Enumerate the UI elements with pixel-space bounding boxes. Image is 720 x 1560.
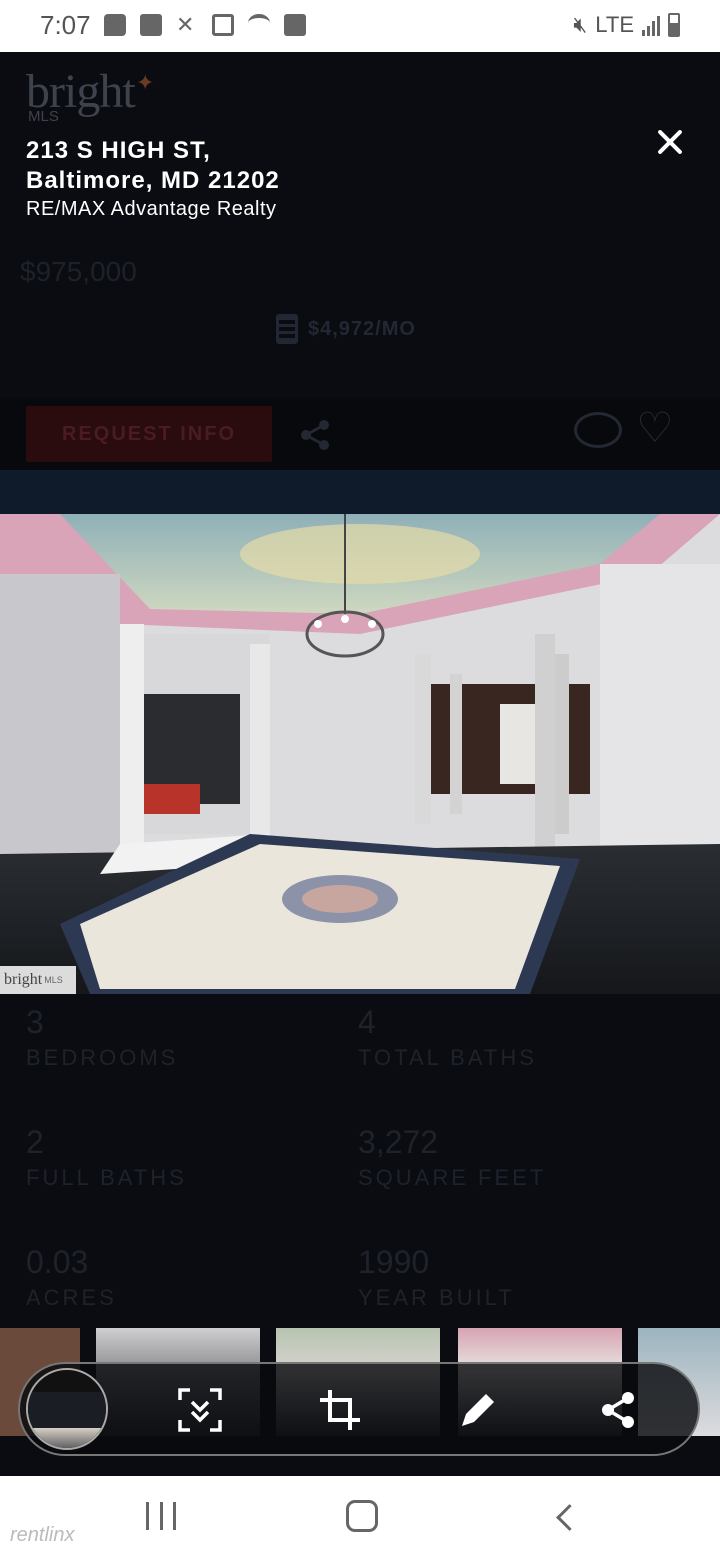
stat-value: 2 — [26, 1124, 44, 1160]
logo-star-icon: ✦ — [136, 70, 155, 95]
close-icon[interactable] — [652, 124, 688, 160]
stat-label: YEAR BUILT — [358, 1285, 515, 1310]
stat-full-baths: 2 FULL BATHS — [26, 1124, 346, 1191]
stat-value: 3,272 — [358, 1124, 439, 1160]
signal-icon — [642, 14, 660, 36]
badge-sub: MLS — [44, 975, 63, 985]
logo-sub: MLS — [28, 108, 59, 125]
stat-label: BEDROOMS — [26, 1045, 179, 1070]
address-line1: 213 S HIGH ST, — [26, 137, 211, 164]
stat-value: 3 — [26, 1004, 44, 1040]
system-navigation-bar — [0, 1476, 720, 1560]
app-notification-icon — [140, 14, 162, 36]
crop-icon[interactable] — [316, 1386, 364, 1434]
stat-bedrooms: 3 BEDROOMS — [26, 1004, 346, 1071]
back-button[interactable] — [552, 1502, 578, 1532]
screenshot-toolbar — [18, 1362, 700, 1456]
screenshot-icon — [284, 14, 306, 36]
request-info-button[interactable]: REQUEST INFO — [26, 406, 272, 462]
rentlinx-watermark: rentlinx — [10, 1524, 75, 1546]
recent-apps-button[interactable] — [146, 1502, 176, 1532]
stat-total-baths: 4 TOTAL BATHS — [358, 1004, 678, 1071]
share-icon[interactable] — [594, 1386, 642, 1434]
stat-value: 4 — [358, 1004, 376, 1040]
favorite-heart-icon[interactable]: ♡ — [636, 407, 680, 449]
missed-call-icon: ✕ — [176, 12, 195, 37]
notification-icons: ✕ — [104, 14, 306, 36]
stat-acres: 0.03 ACRES — [26, 1244, 346, 1311]
wifi-icon — [248, 14, 270, 32]
edit-icon[interactable] — [454, 1386, 502, 1434]
stat-label: ACRES — [26, 1285, 117, 1310]
stat-label: SQUARE FEET — [358, 1165, 547, 1190]
badge-brand: bright — [4, 971, 43, 988]
status-bar: 7:07 ✕ 🔇︎ LTE — [0, 0, 720, 52]
calculator-icon — [276, 314, 298, 344]
stat-square-feet: 3,272 SQUARE FEET — [358, 1124, 678, 1191]
status-time: 7:07 — [40, 10, 91, 40]
network-type: LTE — [595, 12, 634, 37]
listing-price: $975,000 — [20, 256, 137, 287]
mortgage-estimate[interactable]: $4,972/MO — [276, 314, 416, 344]
photo-header-address: 213 S HIGH ST, Baltimore, MD 21202 — [26, 136, 280, 196]
listing-photo[interactable]: bright MLS — [0, 514, 720, 994]
listing-band — [0, 470, 720, 514]
interior-photo-image — [0, 514, 720, 994]
battery-icon — [668, 13, 680, 37]
mute-icon: 🔇︎ — [573, 12, 588, 37]
stat-label: FULL BATHS — [26, 1165, 187, 1190]
message-icon — [104, 14, 126, 36]
stat-year-built: 1990 YEAR BUILT — [358, 1244, 678, 1311]
address-line2: Baltimore, MD 21202 — [26, 167, 280, 194]
scroll-capture-icon[interactable] — [176, 1386, 224, 1434]
gallery-icon — [212, 14, 234, 36]
hide-listing-icon[interactable] — [574, 412, 622, 448]
stat-label: TOTAL BATHS — [358, 1045, 537, 1070]
screenshot-preview-thumbnail[interactable] — [26, 1368, 108, 1450]
home-button[interactable] — [346, 1500, 378, 1532]
photo-watermark-badge: bright MLS — [0, 966, 76, 994]
mortgage-amount: $4,972/MO — [308, 317, 416, 340]
stat-value: 0.03 — [26, 1244, 89, 1280]
photo-viewer: bright ✦ MLS $975,000 $4,972/MO REQUEST … — [0, 52, 720, 1476]
system-icons: 🔇︎ LTE — [573, 12, 680, 38]
broker-name: RE/MAX Advantage Realty — [26, 198, 277, 220]
stat-value: 1990 — [358, 1244, 430, 1280]
share-listing-icon[interactable] — [298, 418, 332, 452]
